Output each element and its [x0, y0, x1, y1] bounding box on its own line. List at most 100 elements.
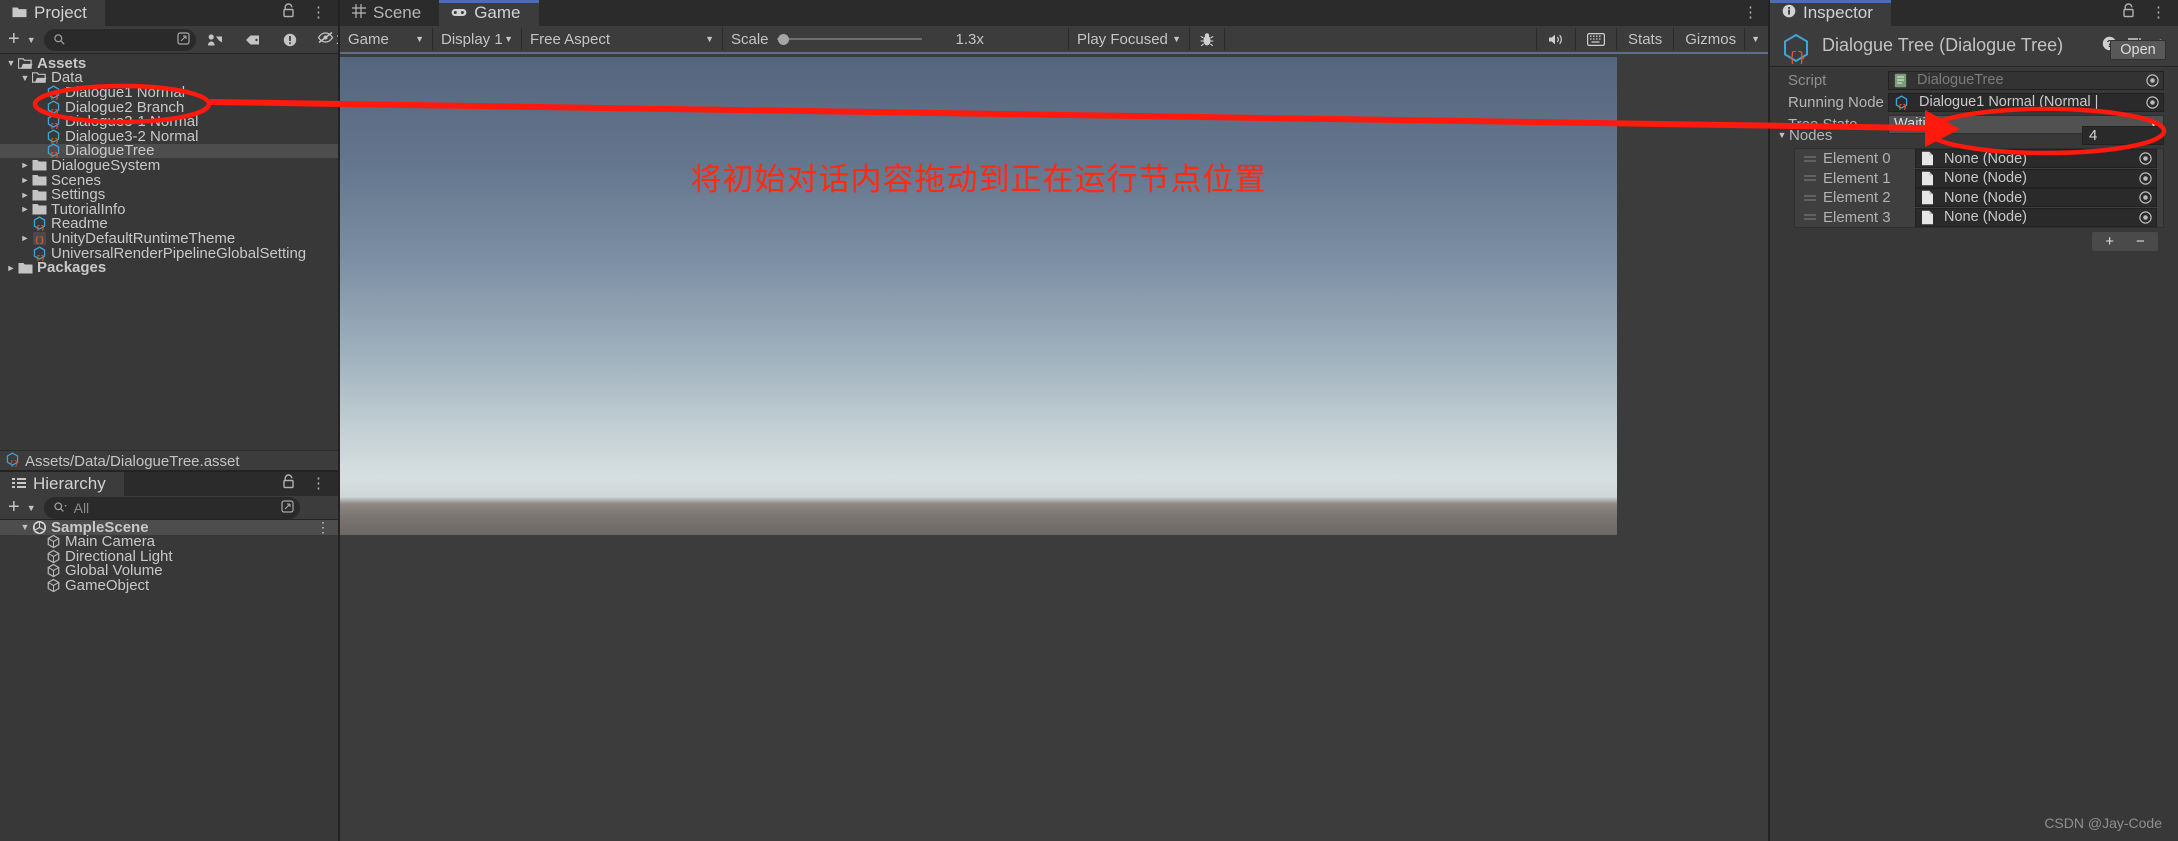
chevron-down-icon[interactable]: ▼: [18, 73, 32, 83]
chevron-right-icon[interactable]: ►: [18, 160, 32, 170]
hierarchy-search-input[interactable]: All: [43, 496, 300, 519]
tab-inspector[interactable]: Inspector: [1770, 0, 1891, 26]
chevron-down-icon[interactable]: ▼: [4, 58, 18, 68]
node-object-field[interactable]: None (Node): [1915, 168, 2157, 188]
kebab-menu-icon[interactable]: ⋮: [311, 5, 326, 20]
kebab-menu-icon[interactable]: ⋮: [316, 520, 338, 534]
tree-row[interactable]: ► TutorialInfo: [0, 201, 338, 218]
create-gameobject-button[interactable]: +: [0, 496, 25, 520]
hierarchy-tabbar: Hierarchy ⋮: [0, 472, 338, 496]
lock-icon[interactable]: [282, 3, 295, 23]
stats-toggle[interactable]: Stats: [1617, 27, 1673, 51]
chevron-down-icon[interactable]: ▼: [25, 496, 44, 520]
drag-handle-icon[interactable]: [1795, 174, 1823, 182]
tree-row[interactable]: ▼ Assets: [0, 56, 338, 72]
tree-row[interactable]: {} Dialogue3-2 Normal: [0, 128, 338, 145]
scale-slider-handle[interactable]: [777, 33, 789, 45]
gizmos-dropdown-icon[interactable]: ▼: [1745, 27, 1770, 51]
node-object-field[interactable]: None (Node): [1915, 207, 2157, 227]
kebab-menu-icon[interactable]: ⋮: [311, 476, 326, 491]
search-filter-icon[interactable]: [53, 500, 68, 516]
node-object-field-value: None (Node): [1944, 150, 2028, 167]
drag-handle-icon[interactable]: [1795, 194, 1823, 202]
object-picker-icon[interactable]: [2138, 191, 2152, 205]
tree-row[interactable]: ►{} UnityDefaultRuntimeTheme: [0, 230, 338, 247]
node-element-row[interactable]: Element 2 None (Node): [1795, 188, 2163, 208]
tree-row[interactable]: ► DialogueSystem: [0, 157, 338, 174]
remove-element-button[interactable]: −: [2136, 233, 2145, 250]
display-dropdown[interactable]: Display 1 ▼: [433, 27, 521, 51]
panel-divider[interactable]: [0, 470, 338, 472]
chevron-down-icon[interactable]: ▼: [1775, 130, 1789, 140]
scale-slider-group[interactable]: Scale 1.3x: [723, 27, 1068, 51]
tree-row[interactable]: Global Volume: [0, 562, 338, 579]
hierarchy-tree: ▼ SampleScene ⋮ Main Camera Directional Ligh…: [0, 520, 338, 820]
tab-hierarchy[interactable]: Hierarchy: [0, 472, 124, 496]
expand-icon[interactable]: [281, 499, 294, 516]
speaker-icon[interactable]: [1537, 27, 1575, 51]
object-field[interactable]: {} Dialogue1 Normal (Normal |: [1888, 92, 2164, 112]
drag-handle-icon[interactable]: [1795, 213, 1823, 221]
create-asset-button[interactable]: +: [0, 28, 25, 52]
object-picker-icon[interactable]: [2145, 95, 2159, 109]
lock-icon[interactable]: [282, 474, 295, 494]
tab-scene[interactable]: Scene: [340, 0, 440, 26]
chevron-right-icon[interactable]: ►: [18, 204, 32, 214]
scale-slider[interactable]: [776, 32, 922, 46]
chevron-right-icon[interactable]: ►: [18, 190, 32, 200]
nodes-header-row[interactable]: ▼ Nodes 4: [1770, 124, 2178, 146]
lock-icon[interactable]: [2122, 3, 2135, 23]
game-render-area[interactable]: 将初始对话内容拖动到正在运行节点位置: [340, 57, 1617, 535]
tag-icon[interactable]: [234, 28, 272, 52]
tree-row[interactable]: ► Scenes: [0, 172, 338, 189]
kebab-menu-icon[interactable]: ⋮: [2151, 5, 2166, 20]
aspect-dropdown[interactable]: Free Aspect ▼: [522, 27, 722, 51]
tree-row[interactable]: GameObject: [0, 577, 338, 594]
drag-handle-icon[interactable]: [1795, 155, 1823, 163]
node-element-row[interactable]: Element 0 None (Node): [1795, 149, 2163, 169]
exclamation-icon[interactable]: [272, 28, 308, 52]
node-object-field[interactable]: None (Node): [1915, 188, 2157, 208]
tree-row[interactable]: ► Packages: [0, 259, 338, 276]
bug-icon[interactable]: [1190, 27, 1224, 51]
object-picker-icon[interactable]: [2138, 171, 2152, 185]
tree-row[interactable]: {} UniversalRenderPipelineGlobalSetting: [0, 245, 338, 262]
node-object-field[interactable]: None (Node): [1915, 149, 2157, 169]
tree-row[interactable]: ▼ Data: [0, 69, 338, 86]
view-mode-dropdown[interactable]: Game ▼: [340, 27, 432, 51]
tree-row[interactable]: ▼ SampleScene ⋮: [0, 520, 338, 536]
grid-toggle-icon[interactable]: [1576, 27, 1616, 51]
tree-row[interactable]: {} DialogueTree: [0, 142, 338, 159]
chevron-down-icon[interactable]: ▼: [25, 28, 44, 52]
svg-text:{}: {}: [34, 235, 44, 245]
nodes-count-field[interactable]: 4: [2082, 125, 2164, 145]
chevron-right-icon[interactable]: ►: [4, 263, 18, 273]
search-icon: [53, 32, 65, 48]
object-field[interactable]: DialogueTree: [1888, 70, 2164, 90]
object-picker-icon[interactable]: [2138, 152, 2152, 166]
tab-game[interactable]: Game: [439, 0, 539, 26]
chevron-right-icon[interactable]: ►: [18, 233, 32, 243]
object-picker-icon[interactable]: [2138, 210, 2152, 224]
gizmos-toggle[interactable]: Gizmos: [1674, 27, 1744, 51]
node-element-row[interactable]: Element 3 None (Node): [1795, 207, 2163, 228]
play-mode-dropdown[interactable]: Play Focused ▼: [1069, 27, 1189, 51]
tree-row[interactable]: {} Dialogue1 Normal: [0, 84, 338, 101]
tab-project[interactable]: Project: [0, 0, 105, 26]
avatar-filter-icon[interactable]: [196, 28, 234, 52]
tree-row[interactable]: {} Readme: [0, 215, 338, 232]
tree-row[interactable]: Directional Light: [0, 548, 338, 565]
expand-icon[interactable]: [177, 31, 190, 48]
tree-row[interactable]: {} Dialogue2 Branch: [0, 99, 338, 116]
project-search-input[interactable]: [43, 28, 196, 51]
chevron-down-icon[interactable]: ▼: [18, 522, 32, 532]
kebab-menu-icon[interactable]: ⋮: [1743, 5, 1758, 20]
add-element-button[interactable]: +: [2105, 233, 2114, 250]
object-picker-icon[interactable]: [2145, 73, 2159, 87]
open-button[interactable]: Open: [2110, 40, 2166, 60]
tree-row[interactable]: {} Dialogue3-1 Normal: [0, 113, 338, 130]
tree-row[interactable]: ► Settings: [0, 186, 338, 203]
nodes-add-remove-buttons[interactable]: + −: [2092, 232, 2158, 251]
node-element-row[interactable]: Element 1 None (Node): [1795, 168, 2163, 189]
chevron-right-icon[interactable]: ►: [18, 175, 32, 185]
